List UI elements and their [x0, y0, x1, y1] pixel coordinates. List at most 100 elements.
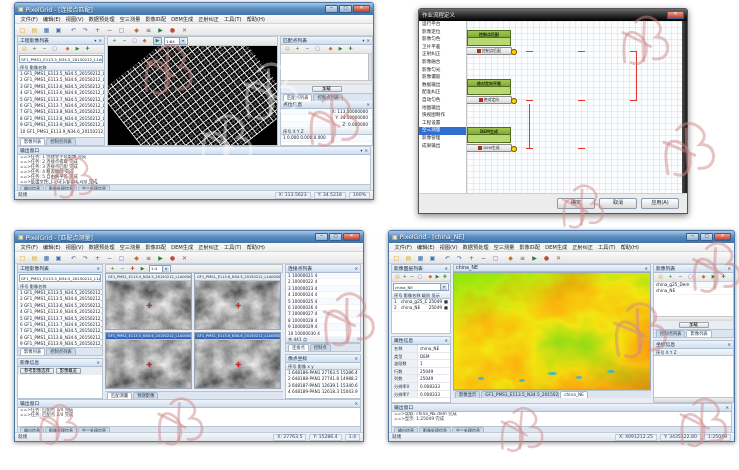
record-icon[interactable]: ●: [167, 253, 178, 263]
tab-controlpoints[interactable]: 控制点: [310, 344, 331, 351]
pan-icon[interactable]: ◆: [140, 37, 149, 45]
zoom-in-icon[interactable]: +: [666, 273, 675, 281]
tab-control-points[interactable]: 控制点列表: [313, 94, 342, 101]
zoom-combo[interactable]: 1:64▾: [164, 37, 188, 45]
zoom-out-icon[interactable]: −: [303, 45, 312, 53]
menu-item[interactable]: 视图(V): [63, 16, 86, 23]
title-bar[interactable]: ▣ PixelGrid - [连接点匹配] ─ ▢ ✕: [15, 3, 373, 15]
panel-close-icon[interactable]: ✕: [444, 338, 448, 343]
delete-icon[interactable]: ✕: [179, 25, 190, 35]
image-list-item[interactable]: 5 GF1_PMS1_E113.7_N34.5_20150212_L1A0000…: [18, 316, 102, 322]
save-icon[interactable]: ▦: [41, 253, 52, 263]
open-icon[interactable]: ▤: [29, 253, 40, 263]
menu-item[interactable]: 编辑(E): [414, 244, 437, 251]
menu-item[interactable]: 数据预处理: [86, 16, 117, 23]
fit-view-icon[interactable]: ▢: [130, 37, 139, 45]
select-icon[interactable]: ▶: [434, 273, 440, 281]
panel-close-icon[interactable]: ✕: [366, 38, 370, 43]
fit-view-icon[interactable]: ▢: [313, 45, 322, 53]
zoom-out-icon[interactable]: −: [40, 45, 49, 53]
module-list-item[interactable]: 工程设置: [419, 120, 466, 128]
pan-icon[interactable]: ◆: [505, 253, 516, 263]
point-list-area[interactable]: [281, 54, 372, 80]
zoom-out-icon[interactable]: −: [409, 273, 415, 281]
panel-collapse-icon[interactable]: ▾: [362, 38, 364, 43]
image-list-item[interactable]: 10 GF1_PMS1_E113.9_N34.6_20150212_L1A000…: [18, 129, 104, 135]
new-icon[interactable]: □: [17, 25, 28, 35]
table-row[interactable]: 4 648189-PAN1 12618.3 15043.9: [286, 389, 360, 395]
zoom-out-icon[interactable]: −: [676, 273, 685, 281]
select-icon[interactable]: ▶: [336, 45, 345, 53]
menu-item[interactable]: 工具(T): [221, 244, 244, 251]
image-list-item[interactable]: 5 GF1_PMS1_E113.7_N34.5_20150212_L1A0000…: [18, 97, 104, 103]
save-all-icon[interactable]: ▣: [53, 25, 64, 35]
image-combo[interactable]: GF1_PMS1_E113.5_N34.5_20150212_L1A000064…: [19, 55, 103, 63]
title-bar[interactable]: ▣ PixelGrid - [china_NE] ─ ▢ ✕: [389, 231, 734, 243]
title-bar[interactable]: ▣ PixelGrid - [匹配点测量] ─ ▢ ✕: [15, 231, 363, 243]
load-button[interactable]: 加载: [312, 86, 342, 93]
measure-icon[interactable]: ✚: [719, 273, 728, 281]
panel-close-icon[interactable]: ✕: [96, 266, 100, 271]
tab-match-points[interactable]: 匹配点列表: [283, 94, 312, 101]
image-list-item[interactable]: 9 GF1_PMS1_E113.9_N34.5_20150212_L1A0000…: [18, 122, 104, 128]
zoom-out-icon[interactable]: −: [118, 265, 127, 273]
new-icon[interactable]: □: [391, 253, 402, 263]
zoom-in-icon[interactable]: +: [30, 45, 39, 53]
fit-view-icon[interactable]: ▢: [116, 25, 127, 35]
tab-image-list[interactable]: 影像列表: [686, 330, 711, 337]
pan-icon[interactable]: ◆: [131, 25, 142, 35]
module-list-item[interactable]: 卫片平差: [419, 44, 466, 52]
tab-control-points[interactable]: 控制点列表: [46, 138, 75, 145]
panel-close-icon[interactable]: ✕: [354, 356, 358, 361]
panel-close-icon[interactable]: ✕: [96, 360, 100, 365]
maximize-button[interactable]: ▢: [700, 233, 713, 241]
close-button[interactable]: ✕: [343, 233, 360, 241]
panel-close-icon[interactable]: ✕: [727, 266, 731, 271]
module-list-item[interactable]: 影像定位: [419, 29, 466, 37]
menu-item[interactable]: 视图(V): [63, 244, 86, 251]
full-extent-icon[interactable]: ◆: [427, 273, 433, 281]
undo-icon[interactable]: ↶: [442, 253, 453, 263]
module-list-item[interactable]: 运行平台: [419, 21, 466, 29]
menu-item[interactable]: DEM生成: [169, 244, 196, 251]
fit-view-icon[interactable]: ▢: [50, 45, 59, 53]
dialog-close-button[interactable]: ✕: [667, 11, 684, 19]
menu-item[interactable]: 文件(F): [392, 244, 414, 251]
panel-close-icon[interactable]: ✕: [444, 266, 448, 271]
run-icon[interactable]: ▶: [155, 253, 166, 263]
layer-combo[interactable]: china_NE▾: [393, 283, 449, 291]
fit-view-icon[interactable]: ▢: [490, 253, 501, 263]
close-button[interactable]: ✕: [353, 5, 370, 13]
tab-control-points[interactable]: 控制点列表: [46, 348, 75, 355]
redo-icon[interactable]: ↷: [454, 253, 465, 263]
panel-close-icon[interactable]: ✕: [98, 38, 102, 43]
minimize-button[interactable]: ─: [686, 233, 699, 241]
module-list-item[interactable]: 成果输出: [419, 143, 466, 151]
measure-icon[interactable]: ✚: [442, 273, 448, 281]
flow-node[interactable]: 绝对定向平差 绝对定向: [467, 79, 511, 95]
run-icon[interactable]: ▶: [155, 25, 166, 35]
menu-item[interactable]: 正射纠正: [196, 16, 222, 23]
menu-item[interactable]: 帮助(H): [244, 244, 267, 251]
image-list-item[interactable]: 7 GF1_PMS1_E113.8_N34.5_20150212_L1A0000…: [18, 328, 102, 334]
zoom-in-icon[interactable]: +: [108, 265, 117, 273]
menu-item[interactable]: 正射纠正: [196, 244, 222, 251]
panel-close-icon[interactable]: ✕: [366, 102, 370, 107]
zoom-combo[interactable]: 1:4▾: [149, 265, 171, 273]
zoom-in-icon[interactable]: +: [92, 253, 103, 263]
image-tile[interactable]: GF1_PMS1_E113.5_N34.5_20150212_L1A000064…: [105, 273, 192, 330]
footprint-canvas[interactable]: [108, 46, 277, 145]
table-row[interactable]: 1 0.000 0.000 0.000: [281, 135, 372, 141]
zoom-in-icon[interactable]: +: [92, 25, 103, 35]
redo-icon[interactable]: ↷: [80, 253, 91, 263]
menu-item[interactable]: 影像匹配: [143, 16, 169, 23]
workflow-canvas[interactable]: 金字塔影像 创建金字塔 连接点匹配 连接点匹配 控制点匹配 控制点匹配 自由网平…: [467, 21, 682, 193]
apply-button[interactable]: 应用(A): [641, 198, 679, 209]
menu-item[interactable]: 编辑(E): [40, 16, 63, 23]
chevron-down-icon[interactable]: ▾: [179, 38, 186, 44]
select-icon[interactable]: ▶: [73, 45, 82, 53]
new-icon[interactable]: □: [17, 253, 28, 263]
visibility-checkbox[interactable]: ■: [444, 299, 448, 304]
record-icon[interactable]: ●: [541, 253, 552, 263]
coordinate-table-area[interactable]: [654, 356, 733, 397]
